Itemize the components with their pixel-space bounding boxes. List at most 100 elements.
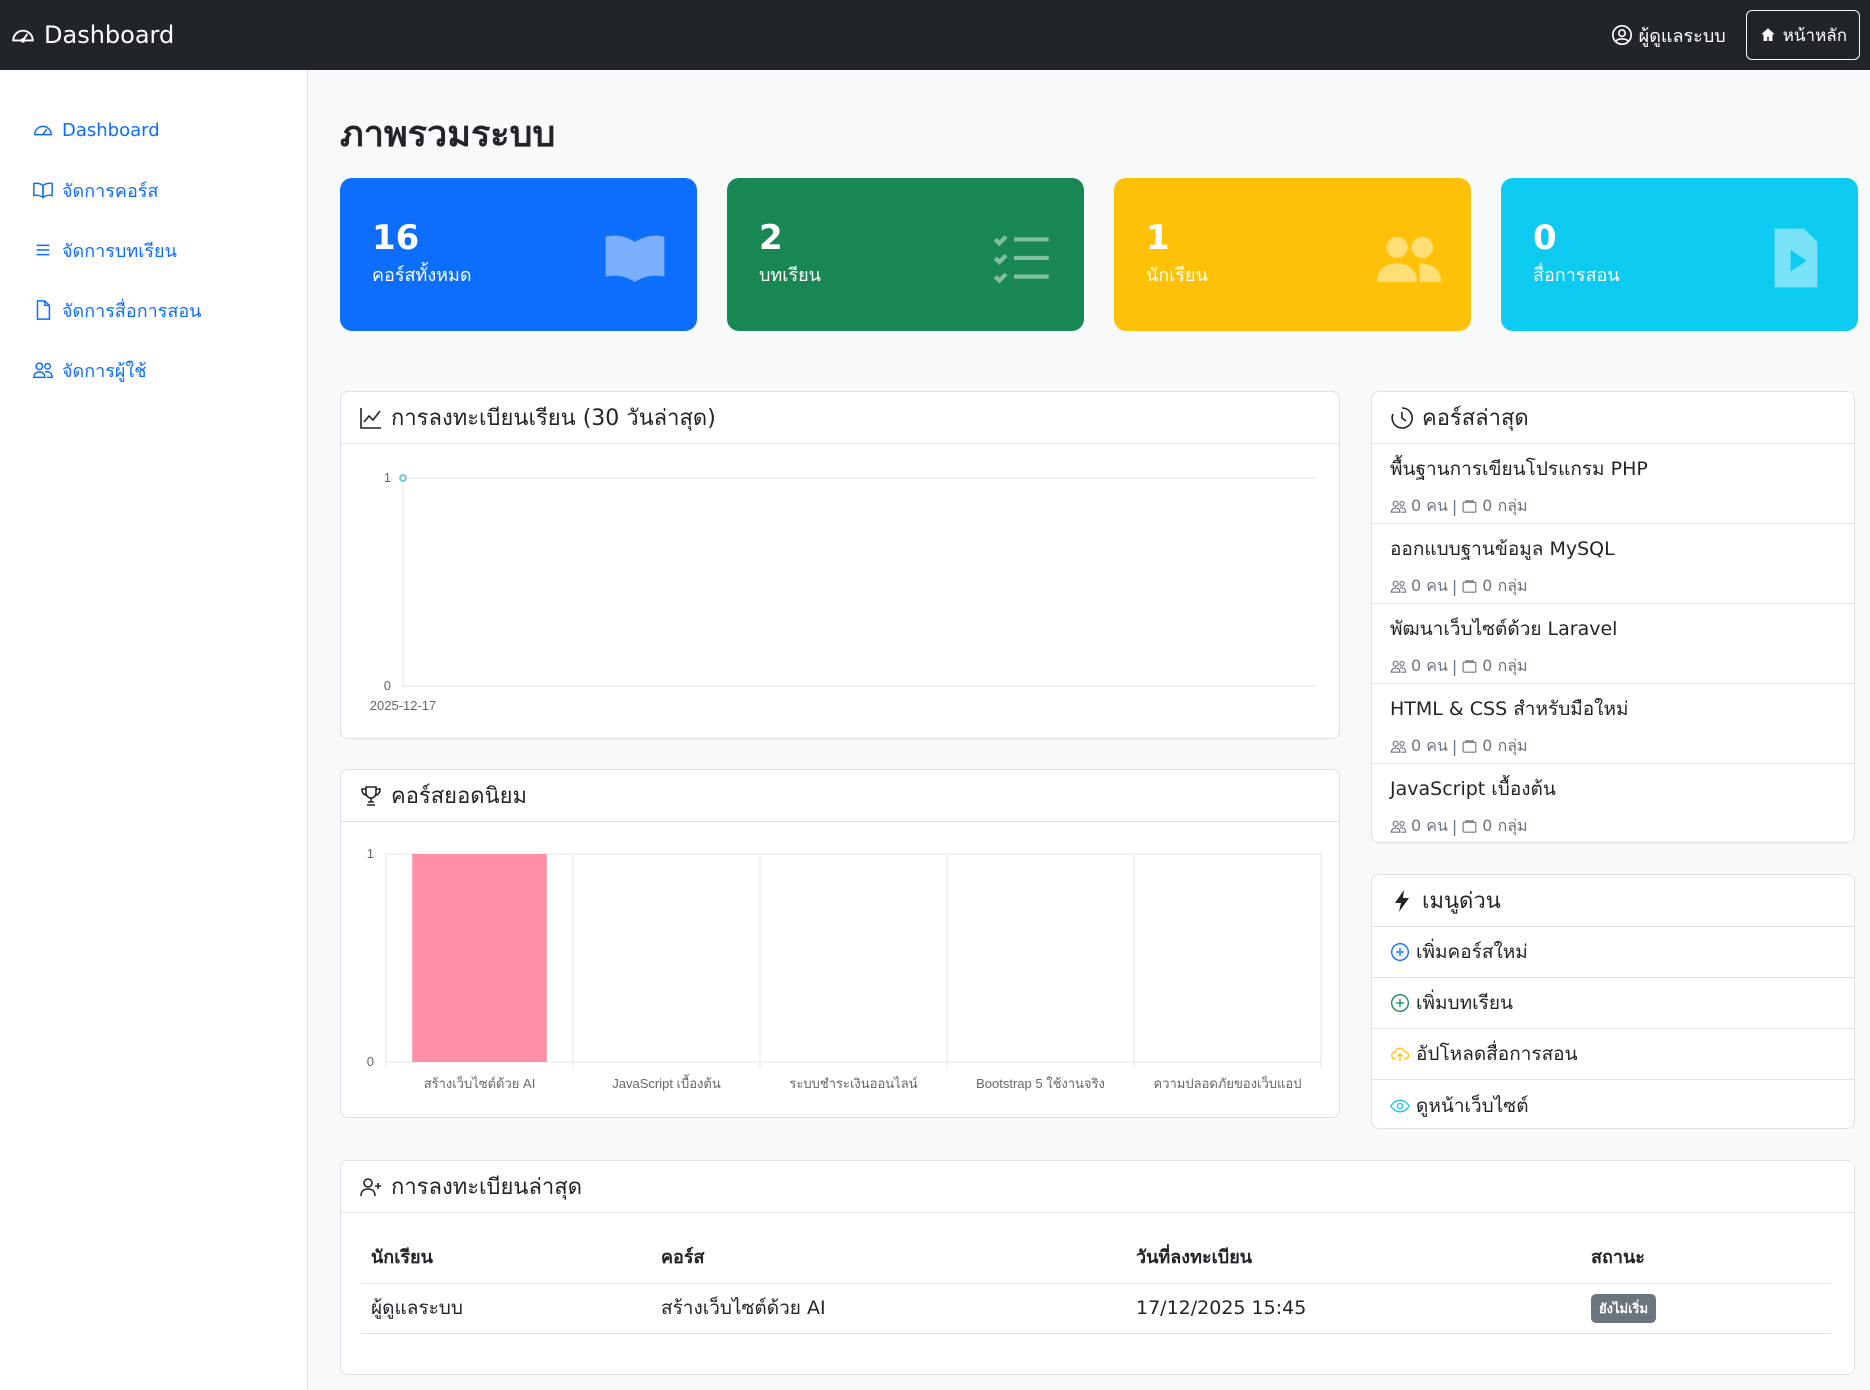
quick-menu-list: เพิ่มคอร์สใหม่เพิ่มบทเรียนอัปโหลดสื่อการ… bbox=[1372, 927, 1854, 1131]
book-icon bbox=[605, 235, 665, 282]
column-header: วันที่ลงทะเบียน bbox=[1126, 1231, 1581, 1284]
x-tick-label: Bootstrap 5 ใช้งานจริง bbox=[976, 1076, 1105, 1091]
course-title: พื้นฐานการเขียนโปรแกรม PHP bbox=[1390, 458, 1648, 480]
separator: | bbox=[1451, 737, 1458, 756]
sidebar-item-label: จัดการคอร์ส bbox=[62, 180, 159, 202]
brand-link[interactable]: Dashboard bbox=[10, 21, 174, 49]
main-content: ภาพรวมระบบ 16 คอร์สทั้งหมด 2 บทเรียน 1 น… bbox=[340, 70, 1858, 331]
date-cell: 17/12/2025 15:45 bbox=[1126, 1283, 1581, 1334]
page-title: ภาพรวมระบบ bbox=[340, 114, 556, 155]
quick-menu-item[interactable]: เพิ่มคอร์สใหม่ bbox=[1372, 927, 1854, 978]
sidebar-item-courses[interactable]: จัดการคอร์ส bbox=[0, 160, 307, 220]
card-header: การลงทะเบียนเรียน (30 วันล่าสุด) bbox=[341, 392, 1339, 444]
home-button[interactable]: หน้าหลัก bbox=[1745, 10, 1860, 60]
folder-icon bbox=[1462, 740, 1477, 753]
people-icon bbox=[1390, 500, 1407, 513]
stat-card-media: 0 สื่อการสอน bbox=[1501, 178, 1858, 331]
student-cell: ผู้ดูแลระบบ bbox=[361, 1283, 651, 1334]
book-icon bbox=[33, 182, 53, 199]
group-count: 0 กลุ่ม bbox=[1482, 496, 1528, 515]
lightning-icon bbox=[1395, 889, 1409, 912]
card-title: เมนูด่วน bbox=[1422, 889, 1501, 914]
table-row: ผู้ดูแลระบบ สร้างเว็บไซต์ด้วย AI 17/12/2… bbox=[361, 1283, 1831, 1334]
sidebar-item-lessons[interactable]: จัดการบทเรียน bbox=[0, 220, 307, 280]
people-count: 0 คน bbox=[1411, 816, 1448, 835]
stat-card-courses: 16 คอร์สทั้งหมด bbox=[340, 178, 697, 331]
top-navbar: Dashboard ผู้ดูแลระบบ หน้าหลัก bbox=[0, 0, 1870, 70]
clock-history-icon bbox=[1391, 406, 1413, 429]
separator: | bbox=[1451, 577, 1458, 596]
sidebar-item-dashboard[interactable]: Dashboard bbox=[0, 100, 307, 160]
y-tick-label: 0 bbox=[367, 1054, 374, 1069]
sidebar-item-label: จัดการสื่อการสอน bbox=[62, 300, 202, 322]
card-header: คอร์สยอดนิยม bbox=[341, 770, 1339, 822]
course-meta: 0 คน | 0 กลุ่ม bbox=[1390, 494, 1836, 519]
course-meta: 0 คน | 0 กลุ่ม bbox=[1390, 734, 1836, 759]
quick-menu-item[interactable]: อัปโหลดสื่อการสอน bbox=[1372, 1029, 1854, 1080]
card-header: เมนูด่วน bbox=[1372, 875, 1854, 927]
data-point bbox=[399, 474, 407, 482]
course-meta: 0 คน | 0 กลุ่ม bbox=[1390, 814, 1836, 839]
y-tick-label: 1 bbox=[367, 846, 374, 861]
course-meta: 0 คน | 0 กลุ่ม bbox=[1390, 654, 1836, 679]
people-count: 0 คน bbox=[1411, 736, 1448, 755]
sidebar-item-label: Dashboard bbox=[62, 119, 160, 141]
trophy-icon bbox=[361, 785, 381, 806]
sidebar-item-label: จัดการบทเรียน bbox=[62, 240, 177, 262]
list-item[interactable]: HTML & CSS สำหรับมือใหม่ 0 คน | 0 กลุ่ม bbox=[1372, 684, 1854, 764]
brand-text: Dashboard bbox=[44, 21, 175, 49]
sidebar: Dashboard จัดการคอร์ส จัดการบทเรียน จัดก… bbox=[0, 70, 308, 1390]
house-icon bbox=[1760, 28, 1775, 41]
card-title: การลงทะเบียนเรียน (30 วันล่าสุด) bbox=[391, 406, 716, 431]
card-title: คอร์สยอดนิยม bbox=[391, 784, 527, 809]
group-count: 0 กลุ่ม bbox=[1482, 816, 1528, 835]
plus-circle-icon bbox=[1391, 994, 1409, 1012]
quick-menu-label: เพิ่มบทเรียน bbox=[1416, 992, 1513, 1014]
x-tick-label: ความปลอดภัยของเว็บแอป bbox=[1154, 1074, 1302, 1091]
quick-menu-card: เมนูด่วน เพิ่มคอร์สใหม่เพิ่มบทเรียนอัปโห… bbox=[1371, 874, 1855, 1129]
card-title: คอร์สล่าสุด bbox=[1422, 406, 1529, 431]
people-count: 0 คน bbox=[1411, 496, 1448, 515]
file-icon bbox=[36, 300, 51, 320]
quick-menu-label: เพิ่มคอร์สใหม่ bbox=[1416, 941, 1528, 963]
sidebar-item-media[interactable]: จัดการสื่อการสอน bbox=[0, 280, 307, 340]
quick-menu-item[interactable]: เพิ่มบทเรียน bbox=[1372, 978, 1854, 1029]
speedometer-icon bbox=[34, 125, 52, 136]
people-icon bbox=[1377, 236, 1441, 282]
quick-menu-item[interactable]: ดูหน้าเว็บไซต์ bbox=[1372, 1080, 1854, 1131]
enrollments-table: นักเรียน คอร์ส วันที่ลงทะเบียน สถานะ ผู้… bbox=[361, 1231, 1831, 1334]
folder-icon bbox=[1462, 580, 1477, 593]
course-title: HTML & CSS สำหรับมือใหม่ bbox=[1390, 698, 1629, 720]
graph-up-icon bbox=[360, 407, 381, 429]
people-icon bbox=[1390, 740, 1407, 753]
status-badge: ยังไม่เริ่ม bbox=[1591, 1293, 1657, 1323]
sidebar-item-users[interactable]: จัดการผู้ใช้ bbox=[0, 340, 307, 400]
list-icon bbox=[36, 244, 50, 256]
group-count: 0 กลุ่ม bbox=[1482, 736, 1528, 755]
video-file-icon bbox=[1774, 228, 1818, 288]
speedometer-icon bbox=[12, 29, 34, 43]
admin-user-menu[interactable]: ผู้ดูแลระบบ bbox=[1611, 21, 1726, 50]
list-item[interactable]: JavaScript เบื้องต้น 0 คน | 0 กลุ่ม bbox=[1372, 764, 1854, 844]
column-header: คอร์ส bbox=[651, 1231, 1126, 1284]
x-tick-label: ระบบชำระเงินออนไลน์ bbox=[789, 1076, 917, 1091]
column-header: สถานะ bbox=[1581, 1231, 1831, 1284]
sidebar-item-label: จัดการผู้ใช้ bbox=[62, 360, 147, 382]
bar bbox=[412, 854, 547, 1062]
list-item[interactable]: พื้นฐานการเขียนโปรแกรม PHP 0 คน | 0 กลุ่ม bbox=[1372, 444, 1854, 524]
recent-courses-list: พื้นฐานการเขียนโปรแกรม PHP 0 คน | 0 กลุ่ม ออ… bbox=[1372, 444, 1854, 844]
list-item[interactable]: พัฒนาเว็บไซต์ด้วย Laravel 0 คน | 0 กลุ่ม bbox=[1372, 604, 1854, 684]
y-tick-label: 1 bbox=[384, 470, 391, 485]
card-title: การลงทะเบียนล่าสุด bbox=[391, 1175, 582, 1200]
folder-icon bbox=[1462, 500, 1477, 513]
x-tick-label: JavaScript เบื้องต้น bbox=[612, 1074, 721, 1091]
quick-menu-label: อัปโหลดสื่อการสอน bbox=[1416, 1043, 1578, 1065]
separator: | bbox=[1451, 497, 1458, 516]
card-header: คอร์สล่าสุด bbox=[1372, 392, 1854, 444]
people-count: 0 คน bbox=[1411, 656, 1448, 675]
stat-card-students: 1 นักเรียน bbox=[1114, 178, 1471, 331]
card-header: การลงทะเบียนล่าสุด bbox=[341, 1161, 1854, 1213]
list-item[interactable]: ออกแบบฐานข้อมูล MySQL 0 คน | 0 กลุ่ม bbox=[1372, 524, 1854, 604]
course-cell: สร้างเว็บไซต์ด้วย AI bbox=[651, 1283, 1126, 1334]
popular-bar-chart: 0 1 สร้างเว็บไซต์ด้วย AI JavaScript เบื้องต… bbox=[367, 846, 1322, 1091]
